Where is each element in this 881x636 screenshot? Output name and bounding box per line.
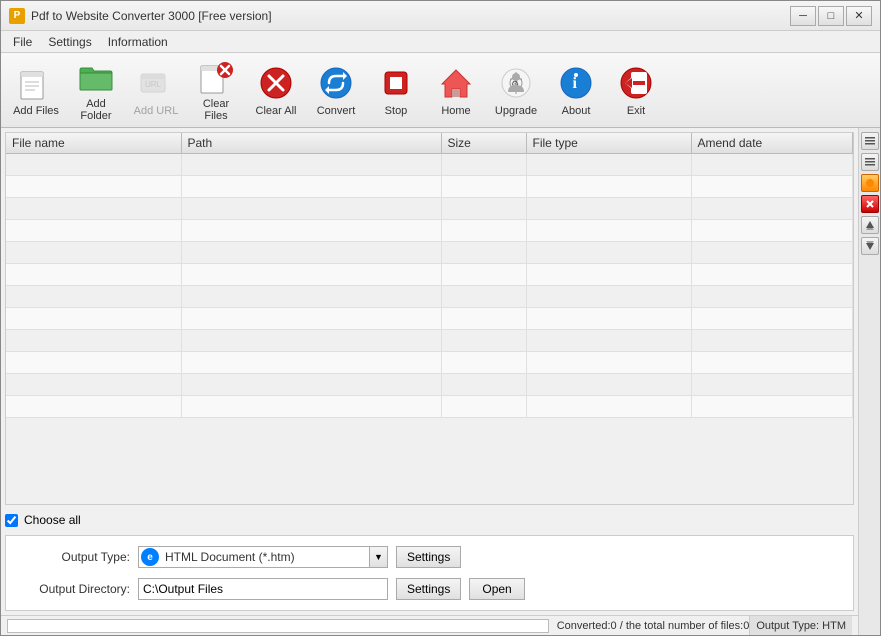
clear-files-icon — [196, 58, 236, 96]
sidebar-scroll-mid-button[interactable] — [861, 153, 879, 171]
sidebar-red-button[interactable] — [861, 195, 879, 213]
exit-icon — [616, 63, 656, 103]
about-label: About — [562, 105, 591, 117]
convert-icon — [316, 63, 356, 103]
main-content: File name Path Size File type Amend date — [1, 128, 858, 635]
about-icon: i — [556, 63, 596, 103]
file-table: File name Path Size File type Amend date — [6, 133, 853, 418]
clear-all-label: Clear All — [256, 105, 297, 117]
output-type-settings-button[interactable]: Settings — [396, 546, 461, 568]
add-url-icon: URL — [136, 63, 176, 103]
table-row — [6, 176, 853, 198]
right-sidebar — [858, 128, 880, 635]
choose-all-row: Choose all — [1, 509, 858, 531]
output-type-label: Output Type: — [20, 550, 130, 564]
add-folder-icon — [76, 58, 116, 96]
upgrade-button[interactable]: ⚙ Upgrade — [487, 57, 545, 123]
stop-icon — [376, 63, 416, 103]
sidebar-up-button[interactable] — [861, 216, 879, 234]
convert-button[interactable]: Convert — [307, 57, 365, 123]
col-header-name: File name — [6, 133, 181, 154]
clear-files-button[interactable]: Clear Files — [187, 57, 245, 123]
col-header-size: Size — [441, 133, 526, 154]
menu-information[interactable]: Information — [100, 31, 176, 52]
table-row — [6, 330, 853, 352]
choose-all-label[interactable]: Choose all — [24, 513, 81, 527]
table-row — [6, 242, 853, 264]
about-button[interactable]: i About — [547, 57, 605, 123]
table-row — [6, 264, 853, 286]
sidebar-scroll-top-button[interactable] — [861, 132, 879, 150]
output-type-status: Output Type: HTM — [749, 616, 852, 635]
svg-text:URL: URL — [145, 80, 162, 89]
add-files-label: Add Files — [13, 105, 59, 117]
table-row — [6, 374, 853, 396]
convert-label: Convert — [317, 105, 356, 117]
add-folder-label: Add Folder — [71, 98, 121, 122]
exit-button[interactable]: Exit — [607, 57, 665, 123]
sidebar-orange-button[interactable] — [861, 174, 879, 192]
title-bar: P Pdf to Website Converter 3000 [Free ve… — [1, 1, 880, 31]
table-row — [6, 308, 853, 330]
menu-settings[interactable]: Settings — [40, 31, 99, 52]
clear-all-button[interactable]: Clear All — [247, 57, 305, 123]
table-row — [6, 396, 853, 418]
clear-files-label: Clear Files — [191, 98, 241, 122]
table-row — [6, 352, 853, 374]
menu-file[interactable]: File — [5, 31, 40, 52]
output-type-icon: e — [141, 548, 159, 566]
output-directory-row: Output Directory: Settings Open — [20, 578, 839, 600]
add-files-icon — [16, 63, 56, 103]
app-inner: P Pdf to Website Converter 3000 [Free ve… — [1, 1, 880, 635]
col-header-path: Path — [181, 133, 441, 154]
add-url-label: Add URL — [134, 105, 179, 117]
minimize-button[interactable]: ─ — [790, 6, 816, 26]
window-title: Pdf to Website Converter 3000 [Free vers… — [31, 9, 272, 23]
output-type-row: Output Type: e HTML Document (*.htm) ▼ S… — [20, 546, 839, 568]
close-button[interactable]: ✕ — [846, 6, 872, 26]
output-directory-open-button[interactable]: Open — [469, 578, 524, 600]
col-header-type: File type — [526, 133, 691, 154]
output-type-dropdown-arrow[interactable]: ▼ — [369, 547, 387, 567]
stop-button[interactable]: Stop — [367, 57, 425, 123]
maximize-button[interactable]: □ — [818, 6, 844, 26]
toolbar: Add Files Add Folder URL — [1, 53, 880, 128]
settings-panel: Output Type: e HTML Document (*.htm) ▼ S… — [5, 535, 854, 611]
home-label: Home — [441, 105, 470, 117]
progress-bar — [7, 619, 549, 633]
add-url-button: URL Add URL — [127, 57, 185, 123]
add-folder-button[interactable]: Add Folder — [67, 57, 125, 123]
home-icon — [436, 63, 476, 103]
output-type-select[interactable]: e HTML Document (*.htm) ▼ — [138, 546, 388, 568]
clear-all-icon — [256, 63, 296, 103]
output-directory-input[interactable] — [138, 578, 388, 600]
title-bar-controls: ─ □ ✕ — [790, 6, 872, 26]
output-directory-label: Output Directory: — [20, 582, 130, 596]
title-bar-left: P Pdf to Website Converter 3000 [Free ve… — [9, 8, 272, 24]
output-type-text: HTML Document (*.htm) — [161, 550, 369, 564]
upgrade-label: Upgrade — [495, 105, 537, 117]
home-button[interactable]: Home — [427, 57, 485, 123]
table-row — [6, 220, 853, 242]
upgrade-icon: ⚙ — [496, 63, 536, 103]
output-directory-settings-button[interactable]: Settings — [396, 578, 461, 600]
col-header-date: Amend date — [691, 133, 853, 154]
table-row — [6, 286, 853, 308]
main-content-area: File name Path Size File type Amend date — [1, 128, 880, 635]
app-window: P Pdf to Website Converter 3000 [Free ve… — [0, 0, 881, 636]
stop-label: Stop — [385, 105, 408, 117]
converted-status-text: Converted:0 / the total number of files:… — [557, 620, 750, 632]
file-table-container[interactable]: File name Path Size File type Amend date — [5, 132, 854, 505]
sidebar-down-button[interactable] — [861, 237, 879, 255]
app-icon: P — [9, 8, 25, 24]
choose-all-checkbox[interactable] — [5, 514, 18, 527]
status-bar: Converted:0 / the total number of files:… — [1, 615, 858, 635]
svg-text:i: i — [573, 75, 578, 92]
table-row — [6, 154, 853, 176]
table-row — [6, 198, 853, 220]
exit-label: Exit — [627, 105, 645, 117]
menu-bar: File Settings Information — [1, 31, 880, 53]
add-files-button[interactable]: Add Files — [7, 57, 65, 123]
